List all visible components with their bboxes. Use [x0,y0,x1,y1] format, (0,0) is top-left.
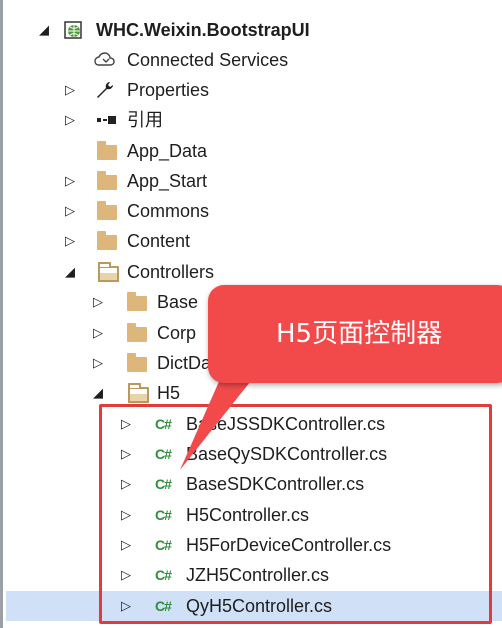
expanded-arrow-icon[interactable]: ◢ [61,257,79,287]
tree-row-content[interactable]: ▷ Content [6,226,502,256]
collapsed-arrow-icon[interactable]: ▷ [61,196,79,226]
collapsed-arrow-icon[interactable]: ▷ [61,166,79,196]
tree-item-label: Corp [157,323,197,343]
collapsed-arrow-icon[interactable]: ▷ [61,105,79,135]
cloud-service-icon [94,45,116,75]
tree-item-label: Content [127,231,191,251]
open-folder-icon [98,257,119,287]
tree-row-commons[interactable]: ▷ Commons [6,196,502,226]
folder-icon [97,166,117,196]
tree-row-app-data[interactable]: App_Data [6,136,502,166]
tree-row-app-start[interactable]: ▷ App_Start [6,166,502,196]
tree-item-label: App_Start [127,171,208,191]
tree-item-label: Properties [127,80,210,100]
tree-item-label: Connected Services [127,50,289,70]
folder-icon [97,136,117,166]
folder-icon [127,318,147,348]
collapsed-arrow-icon[interactable]: ▷ [61,75,79,105]
callout-label: H5页面控制器 [276,319,443,349]
tree-row-controllers[interactable]: ◢ Controllers [6,257,502,287]
folder-icon [127,287,147,317]
collapsed-arrow-icon[interactable]: ▷ [61,226,79,256]
tree-row-references[interactable]: ▷ 引用 [6,105,502,135]
collapsed-arrow-icon[interactable]: ▷ [89,318,107,348]
folder-icon [127,348,147,378]
tree-row-properties[interactable]: ▷ Properties [6,75,502,105]
wrench-icon [94,75,116,105]
expanded-arrow-icon[interactable]: ◢ [35,15,53,45]
folder-icon [97,196,117,226]
web-project-icon [64,15,84,45]
tree-item-label: Commons [127,201,210,221]
tree-item-label: Controllers [127,262,215,282]
annotation-highlight-box [99,404,492,624]
tree-item-label: Base [157,292,199,312]
project-label: WHC.Weixin.BootstrapUI [96,20,310,40]
folder-icon [97,226,117,256]
tree-row-project[interactable]: ◢ WHC.Weixin.BootstrapUI [6,15,502,45]
reference-icon [96,105,118,135]
tree-item-label: App_Data [127,141,208,161]
collapsed-arrow-icon[interactable]: ▷ [89,287,107,317]
tree-item-label: 引用 [127,110,163,130]
tree-row-connected-services[interactable]: Connected Services [6,45,502,75]
collapsed-arrow-icon[interactable]: ▷ [89,348,107,378]
